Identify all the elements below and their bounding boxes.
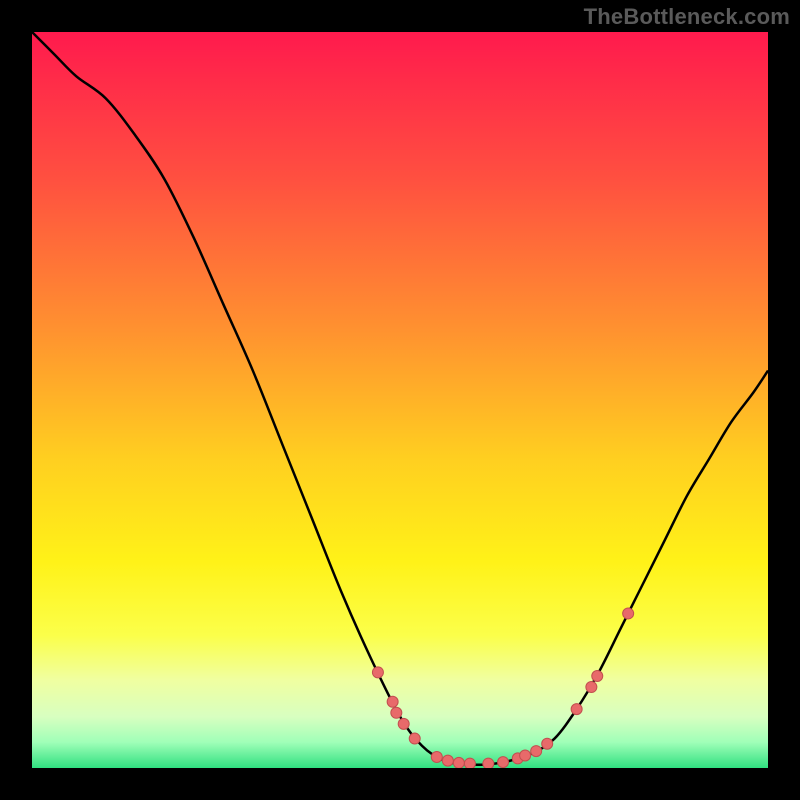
curve-marker bbox=[409, 733, 420, 744]
curve-marker bbox=[391, 707, 402, 718]
curve-marker bbox=[387, 696, 398, 707]
plot-area bbox=[32, 32, 768, 768]
curve-marker bbox=[442, 755, 453, 766]
curve-marker bbox=[623, 608, 634, 619]
curve-marker bbox=[592, 671, 603, 682]
curve-marker bbox=[483, 758, 494, 768]
curve-marker bbox=[498, 757, 509, 768]
chart-frame: TheBottleneck.com bbox=[0, 0, 800, 800]
curve-marker bbox=[571, 704, 582, 715]
curve-marker bbox=[431, 751, 442, 762]
gradient-background bbox=[32, 32, 768, 768]
curve-marker bbox=[464, 758, 475, 768]
curve-marker bbox=[398, 718, 409, 729]
curve-marker bbox=[586, 682, 597, 693]
curve-marker bbox=[372, 667, 383, 678]
curve-marker bbox=[531, 746, 542, 757]
bottleneck-curve-chart bbox=[32, 32, 768, 768]
curve-marker bbox=[542, 738, 553, 749]
watermark-label: TheBottleneck.com bbox=[584, 4, 790, 30]
curve-marker bbox=[453, 757, 464, 768]
curve-marker bbox=[520, 750, 531, 761]
